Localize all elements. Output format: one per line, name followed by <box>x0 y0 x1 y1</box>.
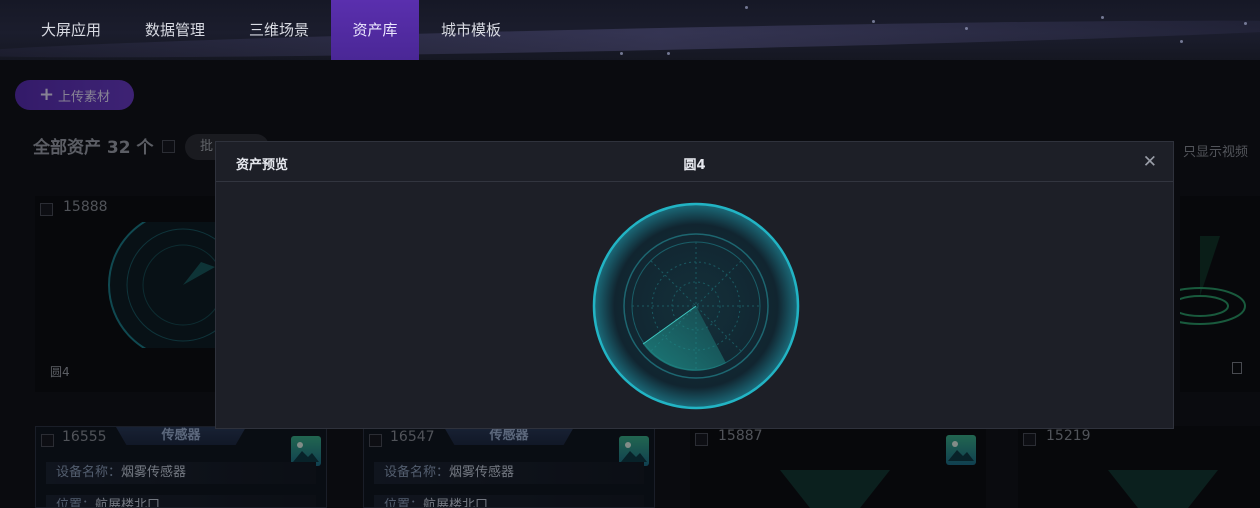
star-dot <box>1244 22 1247 25</box>
modal-header: 资产预览 圆4 ✕ <box>216 142 1173 182</box>
star-dot <box>1101 16 1104 19</box>
modal-preview-area <box>216 183 1173 429</box>
nav-item-city-templates[interactable]: 城市模板 <box>427 0 515 60</box>
star-dot <box>667 52 670 55</box>
close-icon[interactable]: ✕ <box>1143 152 1157 172</box>
star-dot <box>1180 40 1183 43</box>
star-dot <box>872 20 875 23</box>
star-dot <box>620 52 623 55</box>
nav-item-dashboard-apps[interactable]: 大屏应用 <box>27 0 115 60</box>
nav-item-asset-library[interactable]: 资产库 <box>331 0 419 60</box>
top-nav: 大屏应用 数据管理 三维场景 资产库 城市模板 <box>0 0 1260 60</box>
star-dot <box>745 6 748 9</box>
nav-item-data-management[interactable]: 数据管理 <box>131 0 219 60</box>
asset-preview-modal: 资产预览 圆4 ✕ <box>215 141 1174 429</box>
star-dot <box>965 27 968 30</box>
radar-preview <box>592 202 800 410</box>
nav-item-3d-scenes[interactable]: 三维场景 <box>235 0 323 60</box>
modal-asset-name: 圆4 <box>683 158 706 173</box>
